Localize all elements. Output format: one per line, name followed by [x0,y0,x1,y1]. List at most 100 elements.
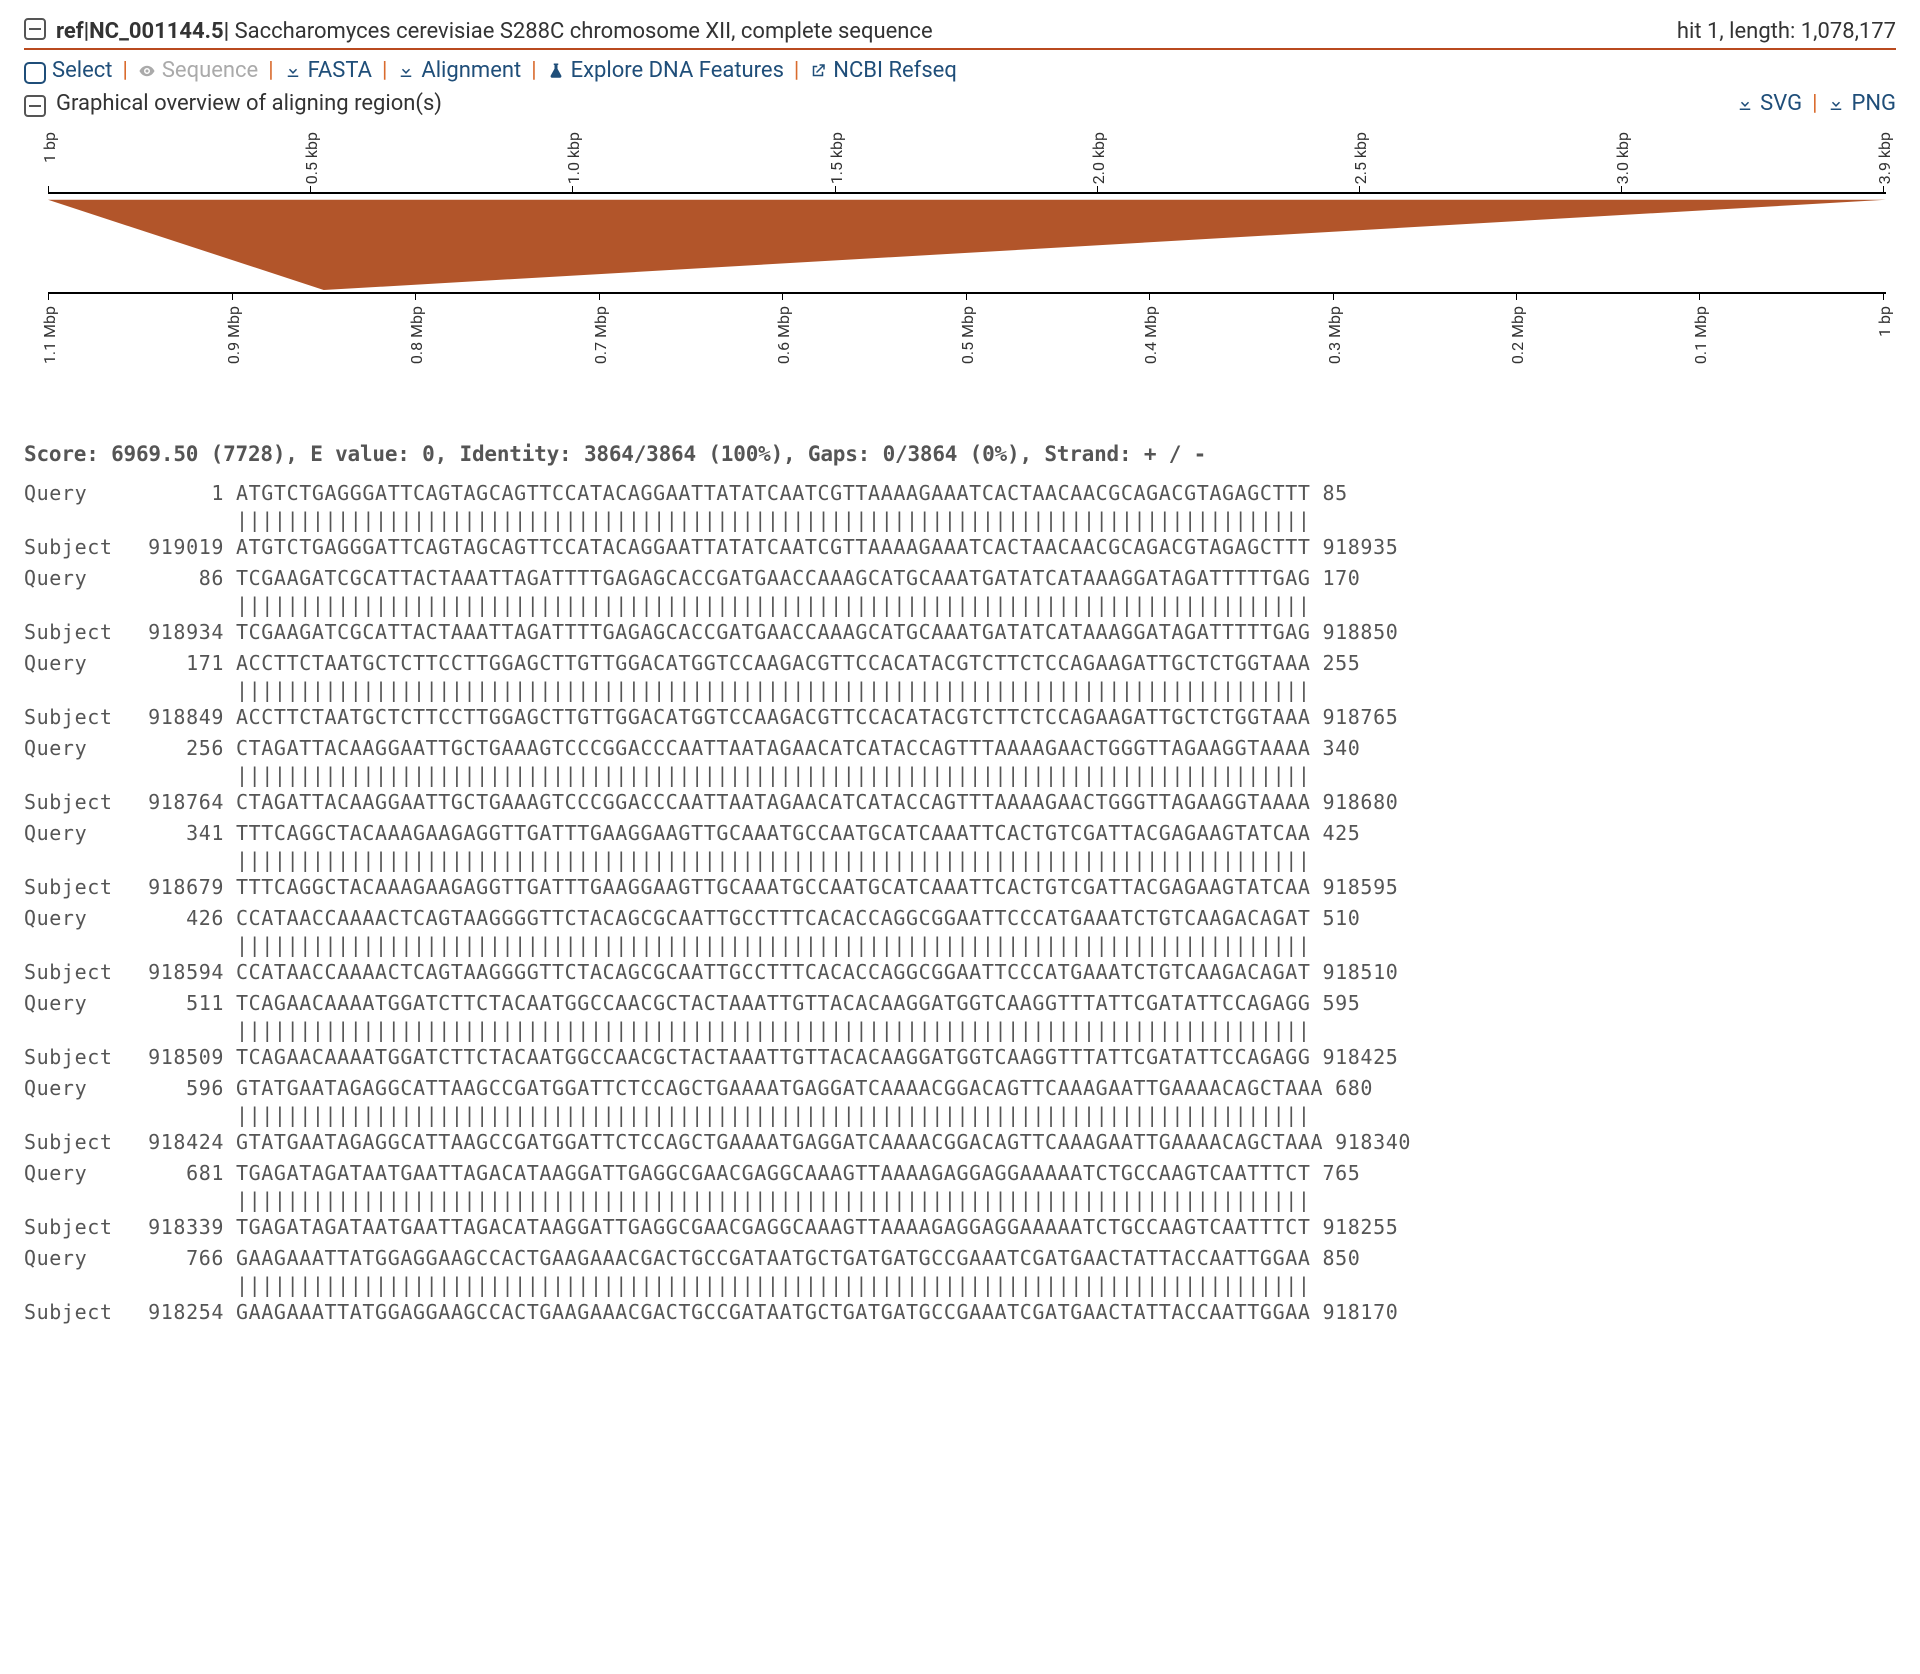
query-seq: TCAGAACAAAATGGATCTTCTACAATGGCCAACGCTACTA… [236,990,1311,1017]
match-bar: ||||||||||||||||||||||||||||||||||||||||… [236,507,1311,534]
query-label: Query [24,990,134,1017]
tick-label: 1 bp [1875,306,1894,337]
query-seq: TGAGATAGATAATGAATTAGACATAAGGATTGAGGCGAAC… [236,1160,1311,1187]
tick [1333,292,1334,300]
tick-label: 1.1 Mbp [40,306,59,364]
tick [1149,292,1150,300]
query-seq: TCGAAGATCGCATTACTAAATTAGATTTTGAGAGCACCGA… [236,565,1311,592]
subject-label: Subject [24,874,134,901]
query-seq: GAAGAAATTATGGAGGAAGCCACTGAAGAAACGACTGCCG… [236,1245,1311,1272]
query-label: Query [24,480,134,507]
tick-label: 0.1 Mbp [1691,306,1710,364]
query-end: 595 [1311,990,1361,1017]
flask-icon [547,62,565,80]
query-label: Query [24,735,134,762]
tick [1516,292,1517,300]
tick-label: 0.5 kbp [302,132,321,184]
query-start: 426 [134,905,236,932]
svg-download-button[interactable]: SVG [1736,91,1802,116]
query-end: 255 [1311,650,1361,677]
tick-label: 0.3 Mbp [1325,306,1344,364]
query-end: 425 [1311,820,1361,847]
subject-seq: GAAGAAATTATGGAGGAAGCCACTGAAGAAACGACTGCCG… [236,1299,1311,1326]
graph-header: Graphical overview of aligning region(s)… [24,89,1896,124]
subject-seq: TCGAAGATCGCATTACTAAATTAGATTTTGAGAGCACCGA… [236,619,1311,646]
download-icon [1827,95,1845,113]
ref-desc: Saccharomyces cerevisiae S288C chromosom… [235,19,933,44]
graph-title: Graphical overview of aligning region(s) [56,91,442,116]
axis-bottom [48,292,1886,294]
query-start: 256 [134,735,236,762]
match-bar: ||||||||||||||||||||||||||||||||||||||||… [236,1102,1311,1129]
alignment-block: Query341TTTCAGGCTACAAAGAAGAGGTTGATTTGAAG… [24,820,1896,901]
query-start: 766 [134,1245,236,1272]
match-bar: ||||||||||||||||||||||||||||||||||||||||… [236,677,1311,704]
tick-label: 0.4 Mbp [1141,306,1160,364]
query-end: 340 [1311,735,1361,762]
subject-end: 918425 [1311,1044,1399,1071]
query-seq: TTTCAGGCTACAAAGAAGAGGTTGATTTGAAGGAAGTTGC… [236,820,1311,847]
alignment-block: Query426CCATAACCAAAACTCAGTAAGGGGTTCTACAG… [24,905,1896,986]
explore-button[interactable]: Explore DNA Features [547,58,784,83]
tick-label: 0.8 Mbp [407,306,426,364]
download-icon [1736,95,1754,113]
subject-label: Subject [24,1299,134,1326]
query-label: Query [24,565,134,592]
match-bar: ||||||||||||||||||||||||||||||||||||||||… [236,1272,1311,1299]
subject-end: 918680 [1311,789,1399,816]
select-button[interactable]: Select [24,58,112,83]
subject-label: Subject [24,704,134,731]
tick [966,292,967,300]
graphical-overview: 1 bp0.5 kbp1.0 kbp1.5 kbp2.0 kbp2.5 kbp3… [24,132,1896,422]
tick-label: 2.5 kbp [1351,132,1370,184]
subject-end: 918850 [1311,619,1399,646]
ncbi-button[interactable]: NCBI Refseq [809,58,957,83]
subject-end: 918340 [1323,1129,1411,1156]
subject-label: Subject [24,1044,134,1071]
png-download-button[interactable]: PNG [1827,91,1896,116]
subject-seq: GTATGAATAGAGGCATTAAGCCGATGGATTCTCCAGCTGA… [236,1129,1323,1156]
tick-label: 0.2 Mbp [1508,306,1527,364]
toolbar: Select | Sequence | FASTA | Alignment | … [24,54,1896,89]
sequence-button: Sequence [138,58,258,83]
subject-end: 918510 [1311,959,1399,986]
subject-label: Subject [24,789,134,816]
query-label: Query [24,1075,134,1102]
query-start: 341 [134,820,236,847]
query-seq: CTAGATTACAAGGAATTGCTGAAAGTCCCGGACCCAATTA… [236,735,1311,762]
alignment-button[interactable]: Alignment [397,58,521,83]
subject-label: Subject [24,534,134,561]
query-end: 765 [1311,1160,1361,1187]
query-label: Query [24,650,134,677]
collapse-icon[interactable] [24,95,46,117]
alignment-block: Query596GTATGAATAGAGGCATTAAGCCGATGGATTCT… [24,1075,1896,1156]
fasta-button[interactable]: FASTA [284,58,372,83]
external-link-icon [809,62,827,80]
query-start: 681 [134,1160,236,1187]
tick-label: 0.9 Mbp [224,306,243,364]
tick-label: 1.5 kbp [827,132,846,184]
tick [782,292,783,300]
subject-end: 918595 [1311,874,1399,901]
query-end: 510 [1311,905,1361,932]
subject-seq: TCAGAACAAAATGGATCTTCTACAATGGCCAACGCTACTA… [236,1044,1311,1071]
query-end: 85 [1311,480,1348,507]
tick-label: 1 bp [40,132,59,163]
match-bar: ||||||||||||||||||||||||||||||||||||||||… [236,762,1311,789]
subject-start: 918679 [134,874,236,901]
select-checkbox-icon [24,62,46,84]
collapse-icon[interactable] [24,18,46,40]
query-seq: CCATAACCAAAACTCAGTAAGGGGTTCTACAGCGCAATTG… [236,905,1311,932]
query-start: 171 [134,650,236,677]
tick [415,292,416,300]
alignment-block: Query511TCAGAACAAAATGGATCTTCTACAATGGCCAA… [24,990,1896,1071]
match-bar: ||||||||||||||||||||||||||||||||||||||||… [236,1017,1311,1044]
alignment-view: Query1ATGTCTGAGGGATTCAGTAGCAGTTCCATACAGG… [24,480,1896,1326]
alignment-polygon [48,194,1886,290]
tick-label: 2.0 kbp [1089,132,1108,184]
tick [1883,292,1884,300]
subject-start: 918934 [134,619,236,646]
subject-label: Subject [24,619,134,646]
alignment-block: Query681TGAGATAGATAATGAATTAGACATAAGGATTG… [24,1160,1896,1241]
subject-seq: CTAGATTACAAGGAATTGCTGAAAGTCCCGGACCCAATTA… [236,789,1311,816]
